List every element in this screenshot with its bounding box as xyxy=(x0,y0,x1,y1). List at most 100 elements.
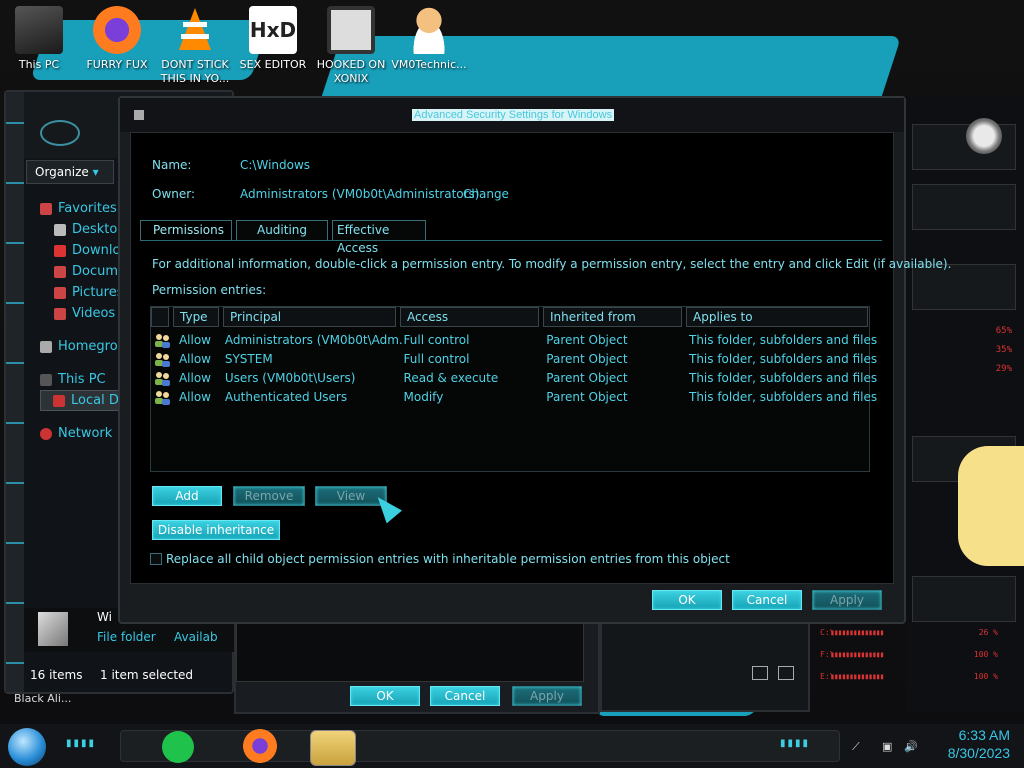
taskbar-firefox-icon[interactable] xyxy=(242,728,278,764)
show-hidden-icons-chevron-icon[interactable]: ⟋ xyxy=(852,740,866,753)
start-button[interactable] xyxy=(8,728,46,766)
status-item-count: 16 items xyxy=(30,668,83,682)
drive-meter-value: 100 % xyxy=(973,672,998,681)
taskbar-clock[interactable]: 6:33 AM 8/30/2023 xyxy=(948,726,1010,762)
table-row[interactable]: Allow Authenticated Users Modify Parent … xyxy=(151,387,877,406)
properties-cancel-button[interactable]: Cancel xyxy=(430,686,500,706)
documents-icon xyxy=(54,265,66,278)
taskbar-notes-app-icon[interactable] xyxy=(162,731,194,763)
remove-button[interactable]: Remove xyxy=(233,486,305,506)
status-selected-count: 1 item selected xyxy=(100,668,194,682)
details-name: Wi xyxy=(97,610,112,624)
column-header-inherited-from[interactable]: Inherited from xyxy=(543,307,682,327)
computer-icon xyxy=(40,373,52,386)
properties-ok-button[interactable]: OK xyxy=(350,686,420,706)
meter-bar: ▮▮▮▮▮▮▮▮▮▮▮▮▮▮ xyxy=(830,650,884,659)
column-header-applies-to[interactable]: Applies to xyxy=(686,307,868,327)
homegroup-icon xyxy=(40,340,52,353)
taskbar: ▮▮▮▮ ▮▮▮▮ xyxy=(0,724,1024,768)
network-tray-icon[interactable]: ▣ xyxy=(882,740,896,753)
nav-item-label: Local D xyxy=(71,393,119,408)
nav-item-label: Downlo xyxy=(72,243,121,258)
row-inherited-from: Parent Object xyxy=(546,389,628,404)
tab-bar: Permissions Auditing Effective Access xyxy=(140,220,430,255)
details-view-icon[interactable] xyxy=(752,666,768,680)
clock-time: 6:33 AM xyxy=(958,727,1010,743)
drive-meter-c: C:\ ▮▮▮▮▮▮▮▮▮▮▮▮▮▮ 26 % xyxy=(820,628,1010,642)
chevron-down-icon: ▾ xyxy=(92,165,99,179)
desktop-icon-vlc[interactable]: DONT STICK THIS IN YO... xyxy=(156,4,234,90)
meter-bar: ▮▮▮▮▮▮▮▮▮▮▮▮▮▮ xyxy=(830,672,884,681)
tab-permissions[interactable]: Permissions xyxy=(140,220,232,240)
desktop-icon-label: HOOKED ON XONIX xyxy=(316,58,386,85)
table-row[interactable]: Allow SYSTEM Full control Parent Object … xyxy=(151,349,877,368)
hxd-icon: HxD xyxy=(249,6,297,54)
row-inherited-from: Parent Object xyxy=(546,370,628,385)
desktop-icon-this-pc[interactable]: This PC xyxy=(0,4,78,90)
gadget-panel xyxy=(912,576,1016,622)
owner-value: Administrators (VM0b0t\Administrators) xyxy=(240,187,480,201)
drive-icon xyxy=(53,394,65,407)
gadget-meter-value: 65% xyxy=(995,326,1012,336)
name-label: Name: xyxy=(152,158,192,172)
dialog-title: Advanced Security Settings for Windows xyxy=(412,109,615,121)
volume-tray-icon[interactable]: 🔊 xyxy=(904,740,918,753)
background-window xyxy=(600,620,810,712)
desktop-icon-label: SEX EDITOR xyxy=(239,58,307,71)
row-principal: SYSTEM xyxy=(224,351,273,366)
ok-button[interactable]: OK xyxy=(652,590,722,610)
users-icon xyxy=(153,389,175,405)
cartoon-character-image xyxy=(958,446,1024,566)
taskbar-decoration: ▮▮▮▮ xyxy=(780,738,811,749)
details-type: File folder xyxy=(97,630,156,644)
row-access: Read & execute xyxy=(403,370,499,385)
users-icon xyxy=(153,370,175,386)
organize-button[interactable]: Organize ▾ xyxy=(26,160,114,184)
xonix-game-icon xyxy=(327,6,375,54)
add-button[interactable]: Add xyxy=(152,486,222,506)
tab-auditing[interactable]: Auditing xyxy=(236,220,328,240)
shield-icon xyxy=(134,110,144,120)
change-owner-link[interactable]: Change xyxy=(463,187,509,201)
desktop-icon xyxy=(54,223,66,236)
column-header-principal[interactable]: Principal xyxy=(223,307,396,327)
column-header-icon[interactable] xyxy=(151,307,169,327)
replace-child-permissions-label: Replace all child object permission entr… xyxy=(166,552,730,566)
user-avatar-icon xyxy=(405,6,453,54)
desktop-icon-label: This PC xyxy=(18,58,60,71)
table-row[interactable]: Allow Users (VM0b0t\Users) Read & execut… xyxy=(151,368,877,387)
desktop-icon-xonix[interactable]: HOOKED ON XONIX xyxy=(312,4,390,90)
row-inherited-from: Parent Object xyxy=(546,351,628,366)
taskbar-file-explorer-icon[interactable] xyxy=(310,730,356,766)
row-access: Full control xyxy=(403,332,470,347)
dialog-titlebar[interactable]: Advanced Security Settings for Windows xyxy=(120,98,904,132)
replace-child-permissions-checkbox[interactable] xyxy=(150,553,162,565)
desktop-icon-furry-fux[interactable]: FURRY FUX xyxy=(78,4,156,90)
column-header-type[interactable]: Type xyxy=(173,307,219,327)
table-header: Type Principal Access Inherited from App… xyxy=(151,307,869,327)
clock-date: 8/30/2023 xyxy=(947,745,1010,761)
cancel-button[interactable]: Cancel xyxy=(732,590,802,610)
owner-label: Owner: xyxy=(152,187,196,201)
disable-inheritance-button[interactable]: Disable inheritance xyxy=(152,520,280,540)
videos-icon xyxy=(54,307,66,320)
tab-effective-access[interactable]: Effective Access xyxy=(332,220,426,255)
back-forward-icon[interactable] xyxy=(40,120,80,146)
column-header-access[interactable]: Access xyxy=(400,307,539,327)
row-type: Allow xyxy=(178,332,211,347)
large-icons-view-icon[interactable] xyxy=(778,666,794,680)
nav-item-label: Videos xyxy=(72,306,116,321)
permission-entries-table[interactable]: Type Principal Access Inherited from App… xyxy=(150,306,877,472)
gadget-panel xyxy=(912,184,1016,230)
nav-item-label: Docum xyxy=(72,264,119,279)
desktop-icon-hex-editor[interactable]: HxD SEX EDITOR xyxy=(234,4,312,90)
drive-meter-value: 26 % xyxy=(978,628,998,637)
users-icon xyxy=(153,332,175,348)
row-type: Allow xyxy=(178,370,211,385)
drive-meter-f: F:\ ▮▮▮▮▮▮▮▮▮▮▮▮▮▮ 100 % xyxy=(820,650,1010,664)
apply-button[interactable]: Apply xyxy=(812,590,882,610)
properties-apply-button[interactable]: Apply xyxy=(512,686,582,706)
desktop-icon-vm0technic[interactable]: VM0Technic... xyxy=(390,4,468,90)
table-row[interactable]: Allow Administrators (VM0b0t\Adm... Full… xyxy=(151,330,877,349)
vlc-cone-icon xyxy=(171,6,219,54)
